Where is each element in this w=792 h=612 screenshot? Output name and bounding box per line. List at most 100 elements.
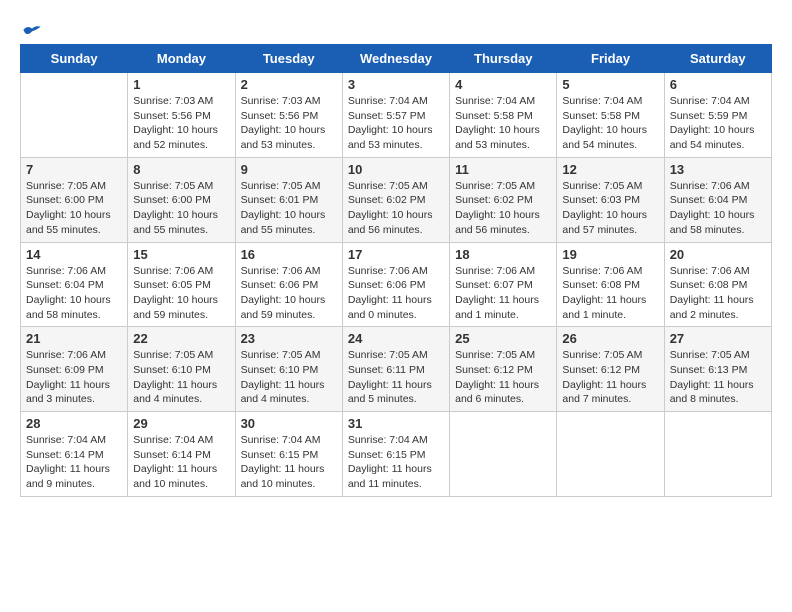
day-info: Sunrise: 7:05 AMSunset: 6:10 PMDaylight:… [241, 348, 337, 407]
day-info: Sunrise: 7:05 AMSunset: 6:00 PMDaylight:… [133, 179, 229, 238]
calendar-cell: 12 Sunrise: 7:05 AMSunset: 6:03 PMDayligh… [557, 157, 664, 242]
calendar-week-row: 7Sunrise: 7:05 AMSunset: 6:00 PMDaylight… [21, 157, 772, 242]
day-info: Sunrise: 7:05 AMSunset: 6:02 PMDaylight:… [455, 179, 551, 238]
day-info: Sunrise: 7:04 AMSunset: 5:57 PMDaylight:… [348, 94, 444, 153]
day-info: Sunrise: 7:04 AMSunset: 5:59 PMDaylight:… [670, 94, 766, 153]
day-info: Sunrise: 7:06 AMSunset: 6:06 PMDaylight:… [348, 264, 444, 323]
calendar-cell: 24 Sunrise: 7:05 AMSunset: 6:11 PMDayligh… [342, 327, 449, 412]
calendar-week-row: 28 Sunrise: 7:04 AMSunset: 6:14 PMDayligh… [21, 412, 772, 497]
day-info: Sunrise: 7:04 AMSunset: 6:14 PMDaylight:… [133, 433, 229, 492]
calendar-cell: 13 Sunrise: 7:06 AMSunset: 6:04 PMDayligh… [664, 157, 771, 242]
day-number: 12 [562, 162, 658, 177]
calendar-cell: 30 Sunrise: 7:04 AMSunset: 6:15 PMDayligh… [235, 412, 342, 497]
day-number: 17 [348, 247, 444, 262]
calendar-weekday-saturday: Saturday [664, 45, 771, 73]
day-number: 4 [455, 77, 551, 92]
calendar-cell: 21Sunrise: 7:06 AMSunset: 6:09 PMDayligh… [21, 327, 128, 412]
day-info: Sunrise: 7:04 AMSunset: 6:14 PMDaylight:… [26, 433, 122, 492]
calendar-cell: 14 Sunrise: 7:06 AMSunset: 6:04 PMDayligh… [21, 242, 128, 327]
calendar-week-row: 21Sunrise: 7:06 AMSunset: 6:09 PMDayligh… [21, 327, 772, 412]
calendar-weekday-thursday: Thursday [450, 45, 557, 73]
day-number: 15 [133, 247, 229, 262]
calendar-cell: 29Sunrise: 7:04 AMSunset: 6:14 PMDayligh… [128, 412, 235, 497]
calendar-weekday-monday: Monday [128, 45, 235, 73]
day-info: Sunrise: 7:05 AMSunset: 6:13 PMDaylight:… [670, 348, 766, 407]
calendar-cell: 22 Sunrise: 7:05 AMSunset: 6:10 PMDayligh… [128, 327, 235, 412]
day-number: 28 [26, 416, 122, 431]
calendar-cell: 25 Sunrise: 7:05 AMSunset: 6:12 PMDayligh… [450, 327, 557, 412]
day-info: Sunrise: 7:05 AMSunset: 6:12 PMDaylight:… [562, 348, 658, 407]
day-number: 27 [670, 331, 766, 346]
day-number: 31 [348, 416, 444, 431]
calendar-cell: 10Sunrise: 7:05 AMSunset: 6:02 PMDayligh… [342, 157, 449, 242]
day-number: 2 [241, 77, 337, 92]
day-info: Sunrise: 7:04 AMSunset: 6:15 PMDaylight:… [348, 433, 444, 492]
day-number: 25 [455, 331, 551, 346]
day-number: 30 [241, 416, 337, 431]
day-info: Sunrise: 7:06 AMSunset: 6:04 PMDaylight:… [26, 264, 122, 323]
day-number: 1 [133, 77, 229, 92]
calendar-cell: 3 Sunrise: 7:04 AMSunset: 5:57 PMDaylight… [342, 73, 449, 158]
logo-bird-icon [22, 20, 42, 40]
calendar-cell [664, 412, 771, 497]
calendar-cell [450, 412, 557, 497]
day-info: Sunrise: 7:06 AMSunset: 6:05 PMDaylight:… [133, 264, 229, 323]
calendar-cell [21, 73, 128, 158]
day-number: 24 [348, 331, 444, 346]
calendar-cell: 15 Sunrise: 7:06 AMSunset: 6:05 PMDayligh… [128, 242, 235, 327]
day-number: 23 [241, 331, 337, 346]
day-number: 3 [348, 77, 444, 92]
calendar-cell: 1 Sunrise: 7:03 AMSunset: 5:56 PMDaylight… [128, 73, 235, 158]
day-info: Sunrise: 7:03 AMSunset: 5:56 PMDaylight:… [241, 94, 337, 153]
day-number: 11 [455, 162, 551, 177]
day-info: Sunrise: 7:06 AMSunset: 6:08 PMDaylight:… [562, 264, 658, 323]
day-number: 14 [26, 247, 122, 262]
calendar-cell: 17 Sunrise: 7:06 AMSunset: 6:06 PMDayligh… [342, 242, 449, 327]
calendar-week-row: 14 Sunrise: 7:06 AMSunset: 6:04 PMDayligh… [21, 242, 772, 327]
calendar-weekday-wednesday: Wednesday [342, 45, 449, 73]
day-info: Sunrise: 7:06 AMSunset: 6:04 PMDaylight:… [670, 179, 766, 238]
day-info: Sunrise: 7:05 AMSunset: 6:10 PMDaylight:… [133, 348, 229, 407]
calendar-cell [557, 412, 664, 497]
calendar-cell: 8 Sunrise: 7:05 AMSunset: 6:00 PMDaylight… [128, 157, 235, 242]
logo [20, 20, 42, 34]
calendar-cell: 4 Sunrise: 7:04 AMSunset: 5:58 PMDaylight… [450, 73, 557, 158]
day-info: Sunrise: 7:05 AMSunset: 6:00 PMDaylight:… [26, 179, 122, 238]
day-info: Sunrise: 7:04 AMSunset: 5:58 PMDaylight:… [455, 94, 551, 153]
day-number: 18 [455, 247, 551, 262]
calendar-cell: 5 Sunrise: 7:04 AMSunset: 5:58 PMDaylight… [557, 73, 664, 158]
day-info: Sunrise: 7:04 AMSunset: 6:15 PMDaylight:… [241, 433, 337, 492]
day-info: Sunrise: 7:03 AMSunset: 5:56 PMDaylight:… [133, 94, 229, 153]
day-number: 19 [562, 247, 658, 262]
day-number: 16 [241, 247, 337, 262]
day-info: Sunrise: 7:05 AMSunset: 6:11 PMDaylight:… [348, 348, 444, 407]
calendar-weekday-tuesday: Tuesday [235, 45, 342, 73]
calendar-header-row: SundayMondayTuesdayWednesdayThursdayFrid… [21, 45, 772, 73]
calendar-weekday-friday: Friday [557, 45, 664, 73]
day-number: 5 [562, 77, 658, 92]
day-info: Sunrise: 7:05 AMSunset: 6:01 PMDaylight:… [241, 179, 337, 238]
calendar-cell: 28 Sunrise: 7:04 AMSunset: 6:14 PMDayligh… [21, 412, 128, 497]
page-header [20, 20, 772, 34]
day-number: 13 [670, 162, 766, 177]
calendar-cell: 20 Sunrise: 7:06 AMSunset: 6:08 PMDayligh… [664, 242, 771, 327]
day-number: 20 [670, 247, 766, 262]
day-number: 8 [133, 162, 229, 177]
day-info: Sunrise: 7:05 AMSunset: 6:12 PMDaylight:… [455, 348, 551, 407]
calendar-cell: 6Sunrise: 7:04 AMSunset: 5:59 PMDaylight… [664, 73, 771, 158]
day-info: Sunrise: 7:05 AMSunset: 6:03 PMDaylight:… [562, 179, 658, 238]
day-info: Sunrise: 7:06 AMSunset: 6:07 PMDaylight:… [455, 264, 551, 323]
calendar-cell: 11 Sunrise: 7:05 AMSunset: 6:02 PMDayligh… [450, 157, 557, 242]
calendar-cell: 16Sunrise: 7:06 AMSunset: 6:06 PMDayligh… [235, 242, 342, 327]
calendar-cell: 27 Sunrise: 7:05 AMSunset: 6:13 PMDayligh… [664, 327, 771, 412]
calendar-cell: 7Sunrise: 7:05 AMSunset: 6:00 PMDaylight… [21, 157, 128, 242]
day-info: Sunrise: 7:05 AMSunset: 6:02 PMDaylight:… [348, 179, 444, 238]
calendar-table: SundayMondayTuesdayWednesdayThursdayFrid… [20, 44, 772, 497]
day-info: Sunrise: 7:06 AMSunset: 6:08 PMDaylight:… [670, 264, 766, 323]
calendar-cell: 31 Sunrise: 7:04 AMSunset: 6:15 PMDayligh… [342, 412, 449, 497]
day-number: 26 [562, 331, 658, 346]
day-info: Sunrise: 7:04 AMSunset: 5:58 PMDaylight:… [562, 94, 658, 153]
calendar-cell: 19 Sunrise: 7:06 AMSunset: 6:08 PMDayligh… [557, 242, 664, 327]
day-info: Sunrise: 7:06 AMSunset: 6:09 PMDaylight:… [26, 348, 122, 407]
day-number: 22 [133, 331, 229, 346]
